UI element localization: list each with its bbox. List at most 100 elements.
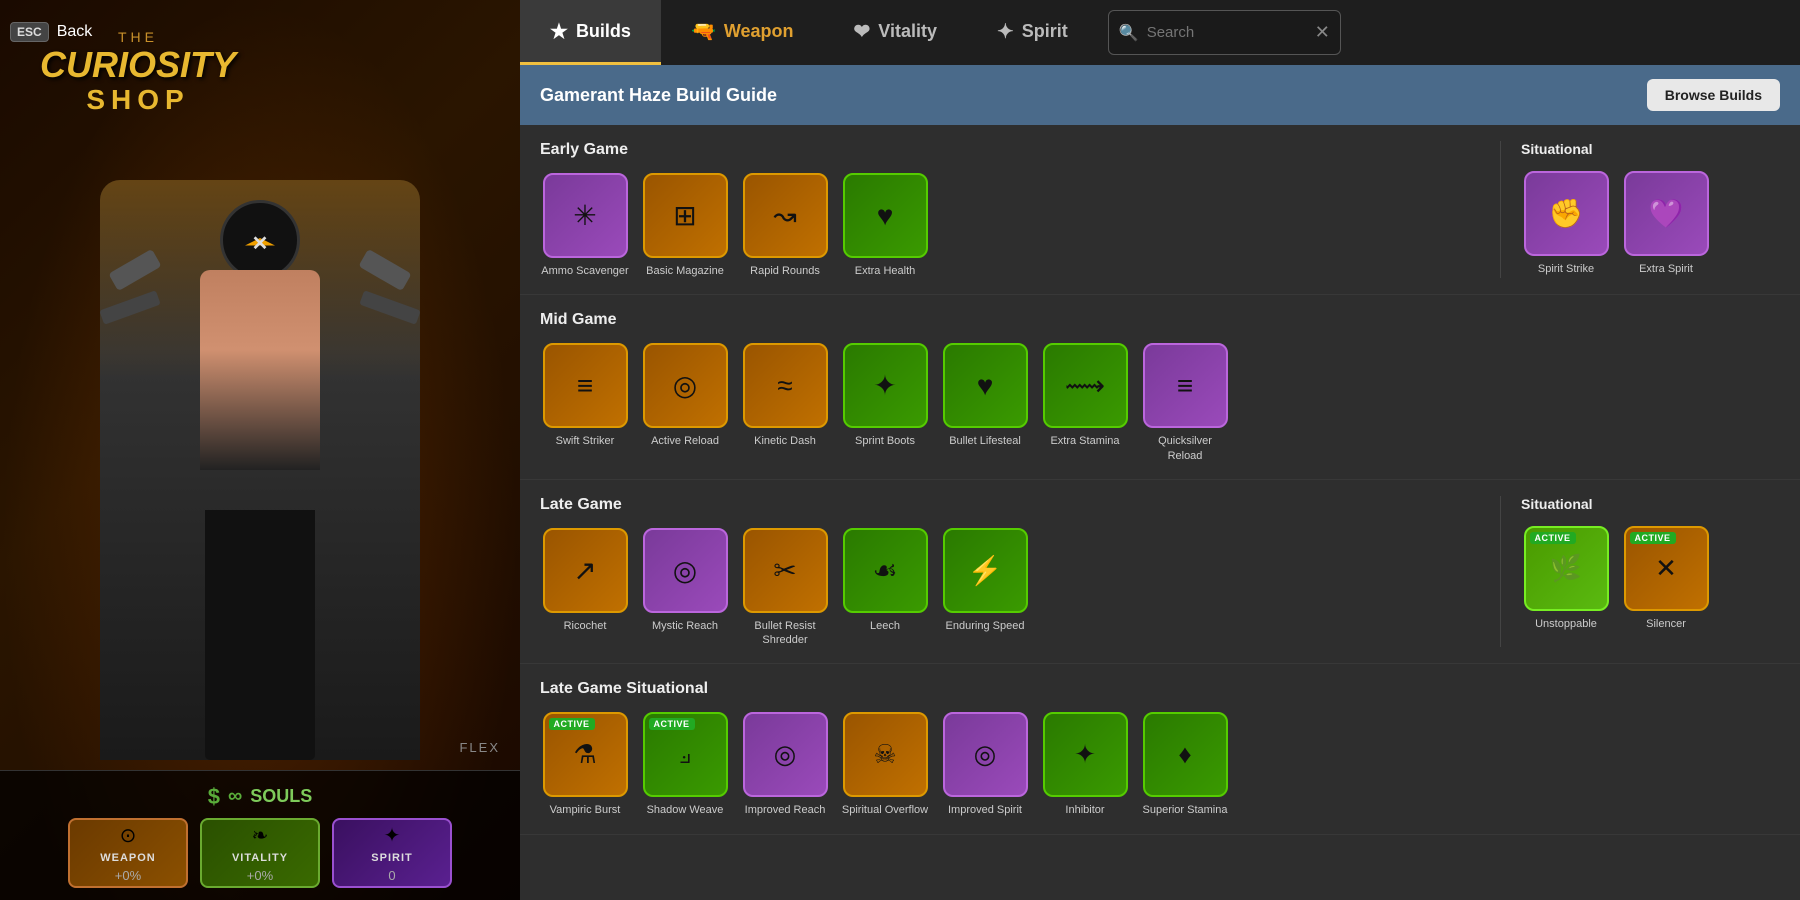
early-situational-items: ✊ Spirit Strike 💜 Extra Spirit	[1521, 171, 1780, 276]
item-mystic-reach[interactable]: ◎ Mystic Reach	[640, 528, 730, 648]
character-display: ✕	[20, 140, 500, 760]
item-kinetic-dash[interactable]: ≈ Kinetic Dash	[740, 343, 830, 463]
item-leech[interactable]: ☙ Leech	[840, 528, 930, 648]
rapid-rounds-label: Rapid Rounds	[750, 264, 820, 278]
builds-tab-label: Builds	[576, 21, 631, 42]
late-situational: Situational ACTIVE 🌿 Unstoppable ACTIVE …	[1500, 496, 1780, 648]
item-ricochet[interactable]: ↗ Ricochet	[540, 528, 630, 648]
vampiric-burst-icon: ACTIVE ⚗	[543, 712, 628, 797]
active-reload-icon: ◎	[643, 343, 728, 428]
item-swift-striker[interactable]: ≡ Swift Striker	[540, 343, 630, 463]
item-spiritual-overflow[interactable]: ☠ Spiritual Overflow	[840, 712, 930, 817]
item-unstoppable[interactable]: ACTIVE 🌿 Unstoppable	[1521, 526, 1611, 631]
silencer-active-badge: ACTIVE	[1630, 532, 1676, 544]
item-vampiric-burst[interactable]: ACTIVE ⚗ Vampiric Burst	[540, 712, 630, 817]
early-situational-title: Situational	[1521, 141, 1593, 157]
late-game-header: Late Game	[540, 496, 1480, 514]
shop-the: THE	[40, 30, 236, 45]
tab-builds[interactable]: ★ Builds	[520, 0, 661, 65]
spiritual-overflow-icon: ☠	[843, 712, 928, 797]
weapon-tab-label: Weapon	[724, 21, 794, 42]
improved-spirit-icon: ◎	[943, 712, 1028, 797]
ammo-scavenger-icon: ✳	[543, 173, 628, 258]
extra-stamina-label: Extra Stamina	[1050, 434, 1119, 448]
late-game-section: Late Game ↗ Ricochet ◎ Mystic Reach	[520, 480, 1800, 665]
weapon-stat-label: WEAPON	[100, 852, 156, 864]
tab-spirit[interactable]: ✦ Spirit	[967, 0, 1098, 65]
quicksilver-reload-label: Quicksilver Reload	[1140, 434, 1230, 463]
item-extra-stamina[interactable]: ⟿ Extra Stamina	[1040, 343, 1130, 463]
item-enduring-speed[interactable]: ⚡ Enduring Speed	[940, 528, 1030, 648]
item-ammo-scavenger[interactable]: ✳ Ammo Scavenger	[540, 173, 630, 278]
early-game-title: Early Game	[540, 141, 628, 159]
improved-spirit-label: Improved Spirit	[948, 803, 1022, 817]
souls-label: SOULS	[250, 786, 312, 807]
stat-vitality[interactable]: ❧ VITALITY +0%	[200, 818, 320, 888]
unstoppable-icon: ACTIVE 🌿	[1524, 526, 1609, 611]
item-extra-spirit[interactable]: 💜 Extra Spirit	[1621, 171, 1711, 276]
shadow-weave-label: Shadow Weave	[647, 803, 724, 817]
builds-tab-icon: ★	[550, 19, 568, 44]
bullet-resist-shredder-label: Bullet Resist Shredder	[740, 619, 830, 648]
item-spirit-strike[interactable]: ✊ Spirit Strike	[1521, 171, 1611, 276]
late-game-main: Late Game ↗ Ricochet ◎ Mystic Reach	[540, 496, 1480, 648]
item-improved-spirit[interactable]: ◎ Improved Spirit	[940, 712, 1030, 817]
vitality-stat-label: VITALITY	[232, 852, 288, 864]
vitality-icon: ❧	[252, 823, 269, 848]
item-quicksilver-reload[interactable]: ≡ Quicksilver Reload	[1140, 343, 1230, 463]
kinetic-dash-label: Kinetic Dash	[754, 434, 816, 448]
ricochet-icon: ↗	[543, 528, 628, 613]
search-box[interactable]: 🔍 ✕	[1108, 10, 1341, 55]
item-improved-reach[interactable]: ◎ Improved Reach	[740, 712, 830, 817]
shop-curiosity: CURIOSITY	[40, 45, 236, 85]
browse-builds-button[interactable]: Browse Builds	[1647, 79, 1780, 111]
stat-weapon[interactable]: ⊙ WEAPON +0%	[68, 818, 188, 888]
item-sprint-boots[interactable]: ✦ Sprint Boots	[840, 343, 930, 463]
early-situational-header: Situational	[1521, 141, 1780, 157]
late-game-situational-title: Late Game Situational	[540, 680, 708, 698]
character-head: ✕	[220, 200, 300, 280]
shadow-weave-icon: ACTIVE ⟓	[643, 712, 728, 797]
stat-spirit[interactable]: ✦ SPIRIT 0	[332, 818, 452, 888]
search-icon: 🔍	[1119, 23, 1139, 43]
spiritual-overflow-label: Spiritual Overflow	[842, 803, 928, 817]
ricochet-label: Ricochet	[564, 619, 607, 633]
search-input[interactable]	[1147, 24, 1307, 41]
late-game-title: Late Game	[540, 496, 622, 514]
souls-icon: $	[208, 784, 220, 810]
build-guide-title: Gamerant Haze Build Guide	[540, 85, 777, 106]
early-game-items: ✳ Ammo Scavenger ⊞ Basic Magazine ↝	[540, 173, 1480, 278]
tab-weapon[interactable]: 🔫 Weapon	[661, 0, 824, 65]
item-shadow-weave[interactable]: ACTIVE ⟓ Shadow Weave	[640, 712, 730, 817]
mystic-reach-label: Mystic Reach	[652, 619, 718, 633]
weapon-icon: ⊙	[120, 823, 137, 848]
basic-magazine-icon: ⊞	[643, 173, 728, 258]
tab-vitality[interactable]: ❤ Vitality	[824, 0, 967, 65]
item-silencer[interactable]: ACTIVE ✕ Silencer	[1621, 526, 1711, 631]
item-bullet-lifesteal[interactable]: ♥ Bullet Lifesteal	[940, 343, 1030, 463]
item-basic-magazine[interactable]: ⊞ Basic Magazine	[640, 173, 730, 278]
left-panel: ESC Back THE CURIOSITY SHOP ✕ FLEX	[0, 0, 520, 900]
spirit-strike-label: Spirit Strike	[1538, 262, 1594, 276]
bullet-lifesteal-label: Bullet Lifesteal	[949, 434, 1021, 448]
spirit-stat-value: 0	[388, 868, 395, 883]
item-inhibitor[interactable]: ✦ Inhibitor	[1040, 712, 1130, 817]
early-situational: Situational ✊ Spirit Strike 💜 Extra Spir…	[1500, 141, 1780, 278]
late-situational-header: Situational	[1521, 496, 1780, 512]
weapon-tab-icon: 🔫	[691, 19, 716, 44]
extra-health-label: Extra Health	[855, 264, 916, 278]
vampiric-burst-active-badge: ACTIVE	[549, 718, 595, 730]
weapon-stat-value: +0%	[115, 868, 141, 883]
basic-magazine-label: Basic Magazine	[646, 264, 724, 278]
inhibitor-icon: ✦	[1043, 712, 1128, 797]
item-rapid-rounds[interactable]: ↝ Rapid Rounds	[740, 173, 830, 278]
item-active-reload[interactable]: ◎ Active Reload	[640, 343, 730, 463]
item-superior-stamina[interactable]: ♦ Superior Stamina	[1140, 712, 1230, 817]
swift-striker-label: Swift Striker	[556, 434, 615, 448]
vampiric-burst-label: Vampiric Burst	[550, 803, 621, 817]
close-icon[interactable]: ✕	[1315, 22, 1330, 43]
extra-stamina-icon: ⟿	[1043, 343, 1128, 428]
silencer-icon: ACTIVE ✕	[1624, 526, 1709, 611]
item-bullet-resist-shredder[interactable]: ✂ Bullet Resist Shredder	[740, 528, 830, 648]
item-extra-health[interactable]: ♥ Extra Health	[840, 173, 930, 278]
